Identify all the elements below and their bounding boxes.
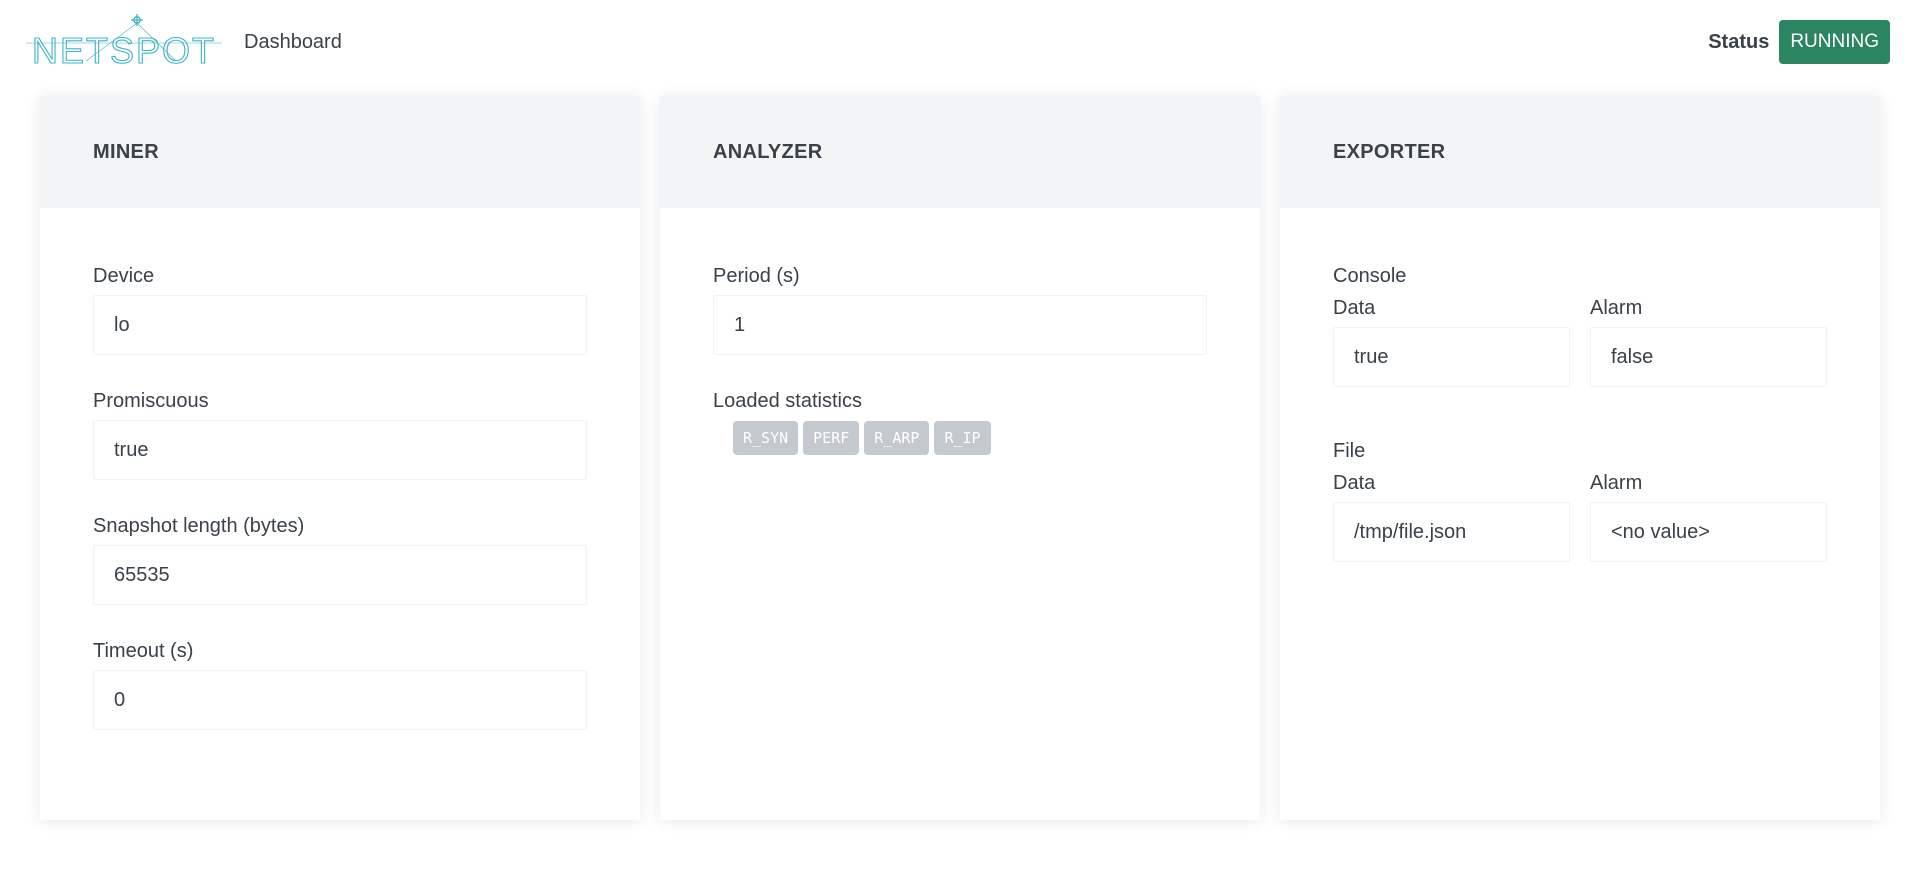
file-alarm-label: Alarm — [1590, 472, 1643, 494]
console-row: Data Alarm — [1333, 292, 1827, 387]
snapshot-length-field[interactable] — [93, 545, 587, 605]
file-section-label: File — [1333, 440, 1366, 462]
file-data-field[interactable] — [1333, 502, 1570, 562]
file-row: Data Alarm — [1333, 467, 1827, 562]
miner-card: MINER Device Promiscuous Snapshot length… — [40, 96, 640, 820]
exporter-card: EXPORTER Console Data Alarm File Data — [1280, 96, 1880, 820]
device-label: Device — [93, 265, 155, 287]
console-data-col: Data — [1333, 292, 1570, 387]
exporter-card-body: Console Data Alarm File Data — [1280, 208, 1880, 562]
analyzer-card-title: ANALYZER — [660, 96, 1260, 208]
console-alarm-field[interactable] — [1590, 327, 1827, 387]
netspot-logo-icon: NETSPOT — [26, 14, 222, 71]
loaded-statistics-label: Loaded statistics — [713, 390, 862, 412]
file-alarm-field[interactable] — [1590, 502, 1827, 562]
miner-card-title: MINER — [40, 96, 640, 208]
promiscuous-label: Promiscuous — [93, 390, 209, 412]
promiscuous-field[interactable] — [93, 420, 587, 480]
console-data-label: Data — [1333, 297, 1376, 319]
console-section-label: Console — [1333, 265, 1407, 287]
svg-text:NETSPOT: NETSPOT — [32, 30, 216, 71]
analyzer-card: ANALYZER Period (s) Loaded statistics R_… — [660, 96, 1260, 820]
file-alarm-col: Alarm — [1590, 467, 1827, 562]
console-alarm-label: Alarm — [1590, 297, 1643, 319]
status-badge: RUNNING — [1779, 20, 1890, 64]
period-label: Period (s) — [713, 265, 800, 287]
console-data-field[interactable] — [1333, 327, 1570, 387]
file-data-col: Data — [1333, 467, 1570, 562]
device-field[interactable] — [93, 295, 587, 355]
period-field[interactable] — [713, 295, 1207, 355]
netspot-logo[interactable]: NETSPOT — [26, 12, 222, 72]
file-data-label: Data — [1333, 472, 1376, 494]
timeout-field[interactable] — [93, 670, 587, 730]
top-navbar: NETSPOT Dashboard Status RUNNING — [0, 0, 1920, 84]
stat-tag: R_IP — [934, 421, 991, 455]
loaded-statistics-tags: R_SYN PERF R_ARP R_IP — [713, 421, 1207, 455]
miner-card-body: Device Promiscuous Snapshot length (byte… — [40, 208, 640, 760]
timeout-label: Timeout (s) — [93, 640, 194, 662]
status-label: Status — [1708, 30, 1770, 53]
nav-dashboard-link[interactable]: Dashboard — [244, 31, 342, 54]
analyzer-card-body: Period (s) Loaded statistics R_SYN PERF … — [660, 208, 1260, 455]
stat-tag: R_SYN — [733, 421, 799, 455]
stat-tag: R_ARP — [864, 421, 930, 455]
dashboard-cards: MINER Device Promiscuous Snapshot length… — [40, 96, 1880, 820]
snapshot-length-label: Snapshot length (bytes) — [93, 515, 305, 537]
stat-tag: PERF — [803, 421, 860, 455]
exporter-card-title: EXPORTER — [1280, 96, 1880, 208]
console-alarm-col: Alarm — [1590, 292, 1827, 387]
